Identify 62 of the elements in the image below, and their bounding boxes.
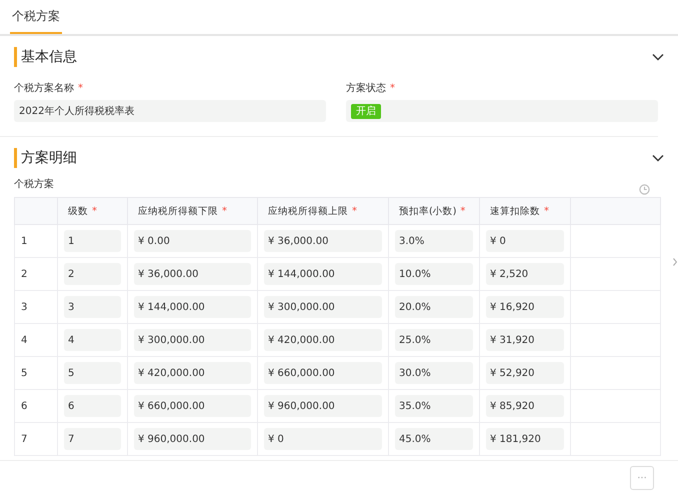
status-tag: 开启: [351, 104, 381, 118]
row-number: 4: [21, 334, 28, 346]
row-number: 1: [21, 236, 28, 246]
cell-input[interactable]: ¥ 16,920: [486, 296, 564, 318]
cell-input[interactable]: ¥ 144,000.00: [134, 296, 251, 318]
cell-input[interactable]: ¥ 144,000.00: [264, 263, 382, 285]
section-title: 基本信息: [14, 47, 77, 67]
required-mark: *: [78, 82, 83, 94]
cell-input[interactable]: ¥ 181,920: [486, 428, 564, 450]
row-number: 2: [21, 268, 28, 280]
cell-input[interactable]: 10.0%: [395, 263, 473, 285]
cell-input[interactable]: 7: [64, 428, 121, 450]
cell-input[interactable]: 5: [64, 362, 121, 384]
column-header: 应纳税所得额下限: [138, 206, 218, 216]
input-field[interactable]: 2022年个人所得税税率表: [14, 100, 326, 122]
row-number: 5: [21, 368, 28, 378]
required-mark: *: [544, 206, 549, 216]
required-mark: *: [222, 206, 227, 216]
table-title: 个税方案: [14, 178, 54, 191]
cell-input[interactable]: ¥ 300,000.00: [264, 296, 382, 318]
cell-input[interactable]: ¥ 300,000.00: [134, 329, 251, 351]
cell-input[interactable]: ¥ 36,000.00: [264, 230, 382, 252]
section-title: 方案明细: [14, 148, 77, 168]
column-header: 级数: [68, 206, 88, 216]
field-label: 个税方案名称: [14, 82, 74, 95]
cell-input[interactable]: ¥ 660,000.00: [264, 362, 382, 384]
row-number: 7: [21, 434, 28, 444]
required-mark: *: [460, 206, 466, 216]
cell-input[interactable]: ¥ 0: [264, 428, 382, 450]
cell-input[interactable]: 35.0%: [395, 395, 473, 417]
row-number: 6: [21, 400, 28, 412]
cell-input[interactable]: 45.0%: [395, 428, 473, 450]
cell-input[interactable]: ¥ 0: [486, 230, 564, 252]
cell-input[interactable]: 6: [64, 395, 121, 417]
required-mark: *: [92, 206, 97, 216]
column-header: 速算扣除数: [490, 206, 540, 216]
cell-input[interactable]: 3.0%: [395, 230, 473, 252]
column-header: 应纳税所得额上限: [268, 206, 348, 216]
column-header: 预扣率(小数): [399, 206, 456, 216]
cell-input[interactable]: 1: [64, 230, 121, 252]
cell-input[interactable]: ¥ 420,000.00: [134, 362, 251, 384]
cell-input[interactable]: 4: [64, 329, 121, 351]
cell-input[interactable]: ¥ 52,920: [486, 362, 564, 384]
cell-input[interactable]: 2: [64, 263, 121, 285]
cell-input[interactable]: ¥ 85,920: [486, 395, 564, 417]
cell-input[interactable]: 30.0%: [395, 362, 473, 384]
row-number: 3: [21, 302, 28, 312]
field-label: 方案状态: [346, 82, 386, 95]
cell-input[interactable]: ¥ 960,000.00: [264, 395, 382, 417]
cell-input[interactable]: 25.0%: [395, 329, 473, 351]
cell-input[interactable]: 20.0%: [395, 296, 473, 318]
cell-input[interactable]: ¥ 36,000.00: [134, 263, 251, 285]
required-mark: *: [352, 206, 357, 216]
cell-input[interactable]: ¥ 960,000.00: [134, 428, 251, 450]
cell-input[interactable]: ¥ 660,000.00: [134, 395, 251, 417]
cell-input[interactable]: 3: [64, 296, 121, 318]
cell-input[interactable]: ¥ 31,920: [486, 329, 564, 351]
cell-input[interactable]: ¥ 2,520: [486, 263, 564, 285]
cell-input[interactable]: ¥ 0.00: [134, 230, 251, 252]
cell-input[interactable]: ¥ 420,000.00: [264, 329, 382, 351]
tab[interactable]: 个税方案: [10, 0, 62, 34]
required-mark: *: [390, 82, 395, 94]
